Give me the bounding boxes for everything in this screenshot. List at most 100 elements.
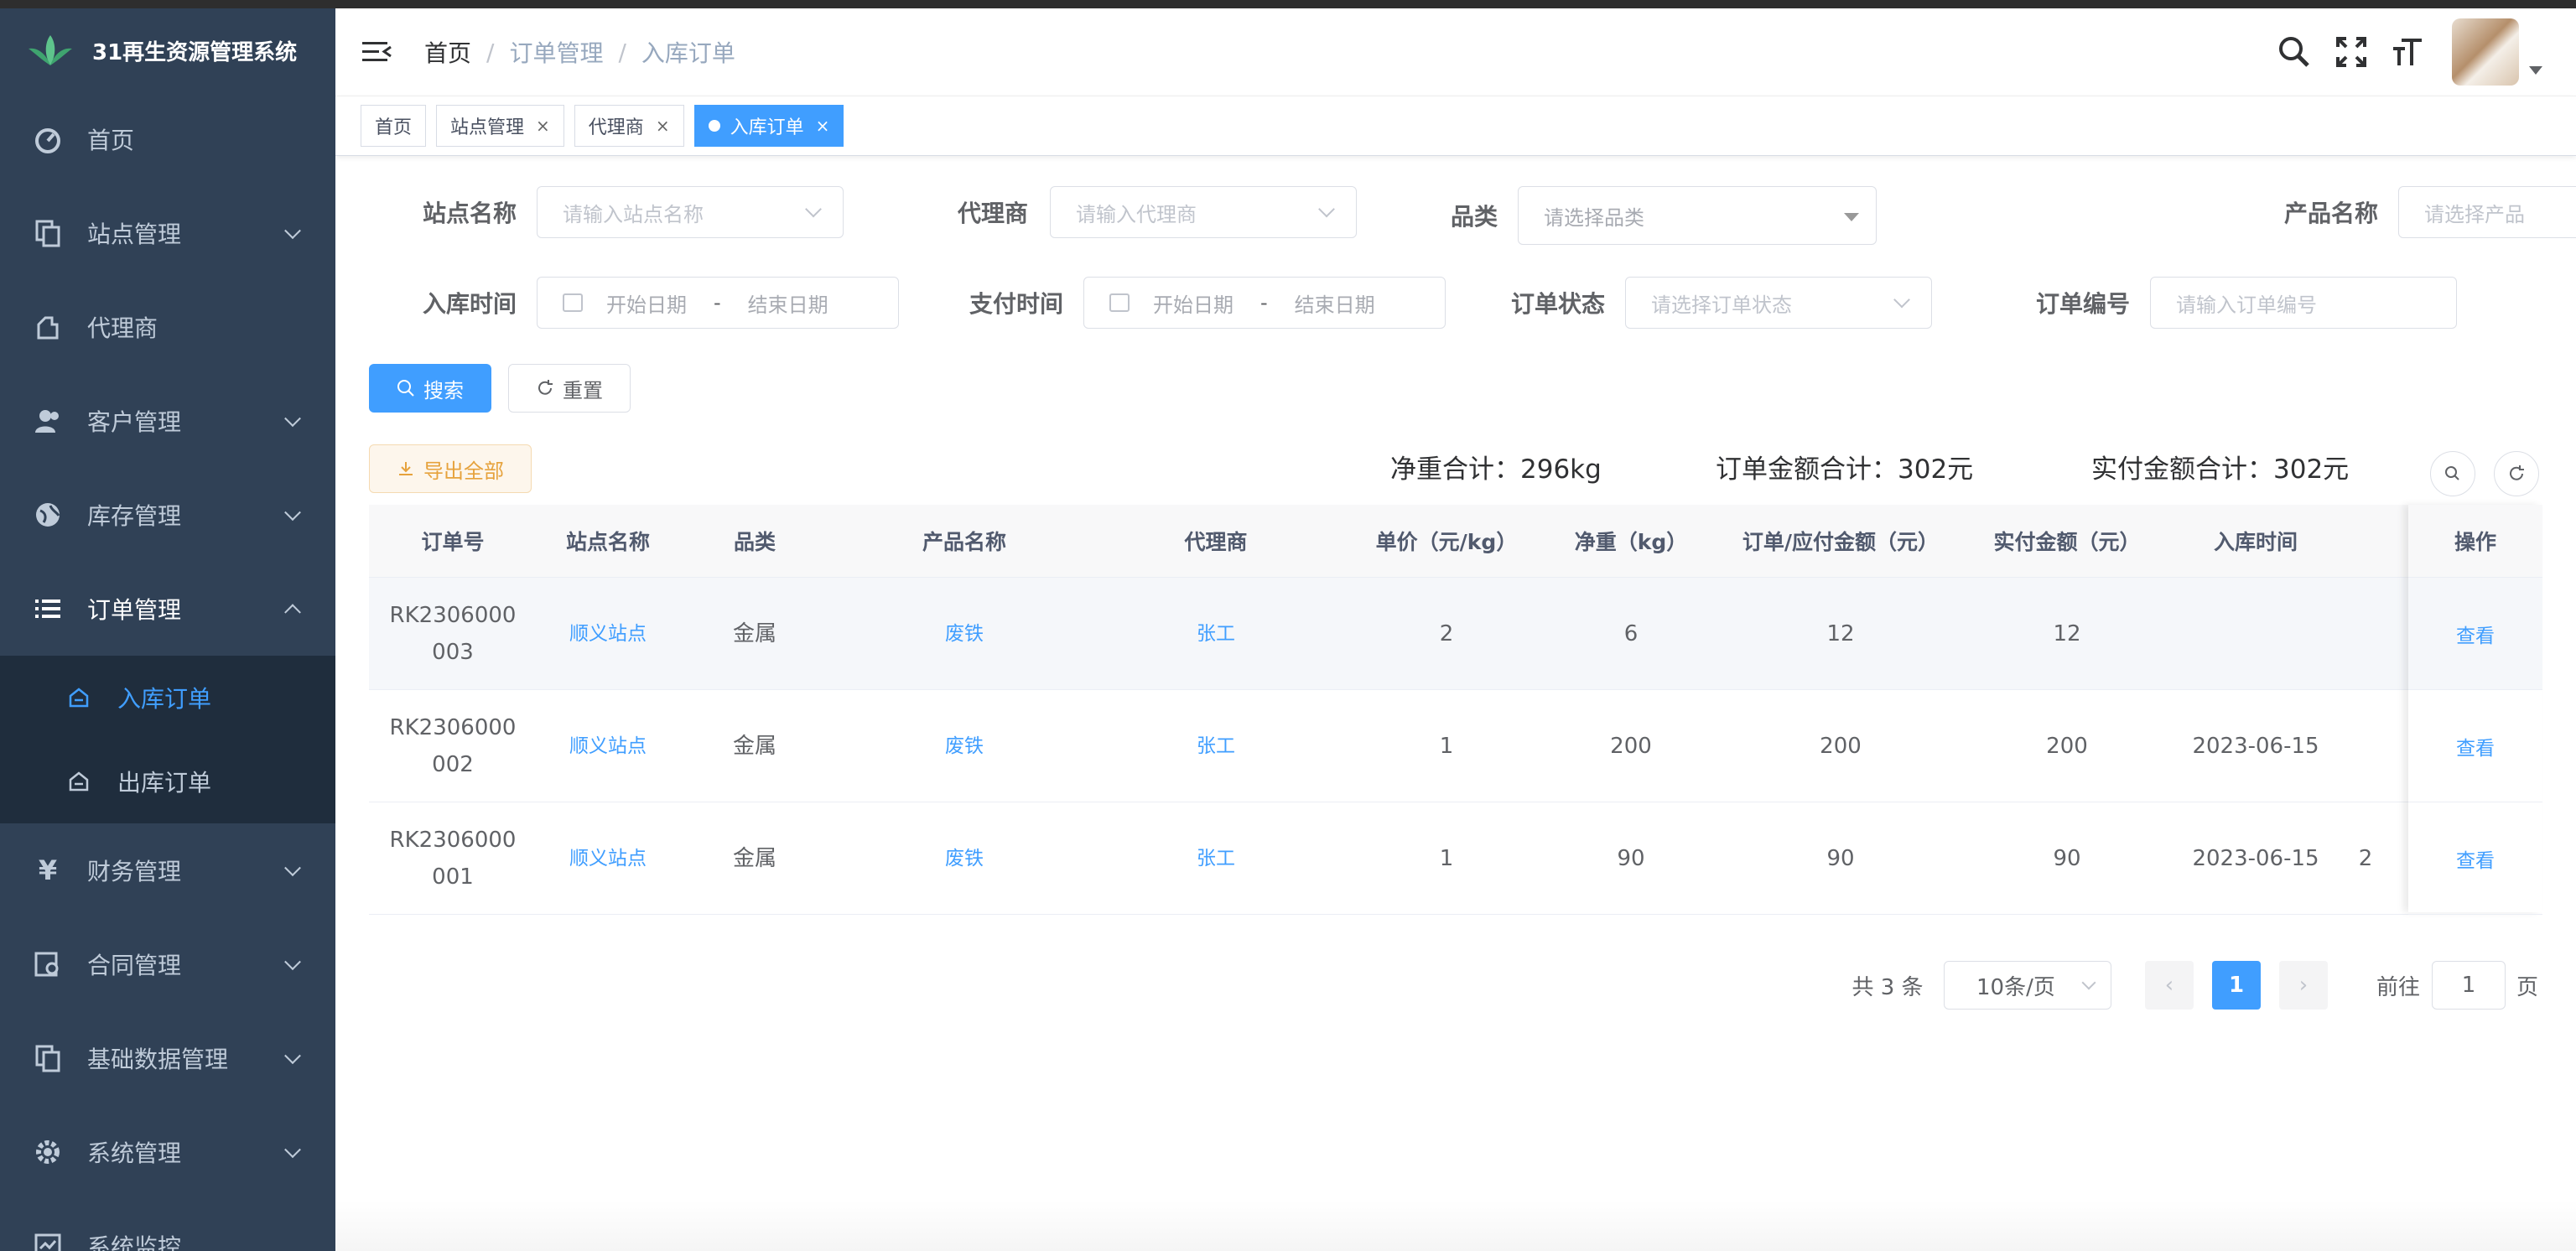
sidebar: 31再生资源管理系统 首页 站点管理 代理商 客户管理 库存管理 订单管理 入库…: [0, 8, 335, 1251]
cell-product-link[interactable]: 废铁: [830, 840, 1098, 877]
hamburger-icon[interactable]: [361, 35, 394, 69]
active-dot-icon: [708, 120, 720, 132]
table-header: 订单号 站点名称 品类 产品名称 代理商 单价（元/kg） 净重（kg） 订单/…: [369, 505, 2542, 578]
page-suffix: 页: [2516, 974, 2538, 1000]
breadcrumb-home[interactable]: 首页: [424, 35, 471, 69]
cell-product-link[interactable]: 废铁: [830, 728, 1098, 765]
filter-label: 代理商: [957, 200, 1028, 227]
tag-home[interactable]: 首页: [361, 105, 427, 147]
page-number-current[interactable]: 1: [2212, 961, 2261, 1010]
in-time-start: 开始日期: [606, 293, 687, 317]
cell-product-link[interactable]: 废铁: [830, 615, 1098, 652]
table-row[interactable]: RK2306000 001 顺义站点 金属 废铁 张工 1 90 90 90 20…: [369, 802, 2542, 915]
close-icon[interactable]: ×: [816, 116, 830, 136]
product-select[interactable]: 请选择产品: [2398, 186, 2576, 238]
close-icon[interactable]: ×: [536, 116, 550, 136]
header-order-no: 订单号: [421, 530, 485, 554]
cell-in-time: 2023-06-15: [2192, 845, 2319, 871]
cell-order-no: RK2306000 003: [389, 602, 517, 665]
close-icon[interactable]: ×: [656, 116, 670, 136]
avatar[interactable]: [2452, 18, 2519, 86]
cell-paid: 90: [2053, 845, 2081, 871]
agent-select[interactable]: 请输入代理商: [1050, 186, 1357, 238]
reset-button[interactable]: 重置: [508, 364, 631, 413]
app-title: 31再生资源管理系统: [92, 39, 298, 65]
cell-agent-link[interactable]: 张工: [1098, 728, 1333, 765]
cell-paid: 12: [2053, 620, 2081, 646]
refresh-table-button[interactable]: [2494, 451, 2539, 496]
tag-agent[interactable]: 代理商 ×: [574, 105, 684, 147]
cell-agent-link[interactable]: 张工: [1098, 615, 1333, 652]
header-weight: 净重（kg）: [1574, 530, 1688, 554]
refresh-icon: [538, 380, 553, 395]
search-icon[interactable]: [2276, 34, 2313, 70]
cell-price: 1: [1439, 845, 1454, 871]
sidebar-item-inventory[interactable]: 库存管理: [0, 468, 335, 562]
chevron-down-icon: [284, 504, 301, 522]
font-size-icon[interactable]: [2390, 34, 2427, 70]
cell-station-link[interactable]: 顺义站点: [537, 728, 679, 765]
range-separator: -: [1260, 291, 1268, 314]
sidebar-item-contract[interactable]: 合同管理: [0, 917, 335, 1011]
cell-station-link[interactable]: 顺义站点: [537, 615, 679, 652]
sidebar-item-system[interactable]: 系统管理: [0, 1105, 335, 1199]
cell-agent-link[interactable]: 张工: [1098, 840, 1333, 877]
cell-in-time: 2023-06-15: [2192, 733, 2319, 759]
tag-inbound-orders[interactable]: 入库订单 ×: [693, 105, 844, 147]
sidebar-item-base-data[interactable]: 基础数据管理: [0, 1011, 335, 1105]
sidebar-item-station[interactable]: 站点管理: [0, 186, 335, 280]
product-placeholder: 请选择产品: [2424, 202, 2525, 226]
cell-price: 1: [1439, 733, 1454, 759]
list-icon: [35, 600, 60, 618]
filter-label: 订单状态: [1510, 290, 1605, 318]
goto-page-input[interactable]: 1: [2432, 961, 2506, 1010]
next-page-button[interactable]: ›: [2279, 961, 2328, 1010]
view-link[interactable]: 查看: [2408, 802, 2542, 915]
page-size-select[interactable]: 10条/页: [1944, 961, 2111, 1010]
pagination: 共 3 条 10条/页 ‹ 1 › 前往 1 页: [335, 961, 2576, 1011]
cell-weight: 90: [1617, 845, 1645, 871]
sidebar-item-label: 首页: [87, 127, 135, 154]
goto-label: 前往: [2376, 974, 2420, 1000]
sidebar-item-finance[interactable]: ¥ 财务管理: [0, 823, 335, 917]
calendar-icon: [563, 293, 583, 312]
tags-view: 首页 站点管理 × 代理商 × 入库订单 ×: [335, 96, 2576, 156]
pay-time-range[interactable]: 开始日期 - 结束日期: [1083, 277, 1446, 329]
header-agent: 代理商: [1184, 530, 1248, 554]
sidebar-item-label: 系统管理: [87, 1139, 182, 1167]
sidebar-item-orders[interactable]: 订单管理: [0, 562, 335, 656]
cell-station-link[interactable]: 顺义站点: [537, 840, 679, 877]
tag-station[interactable]: 站点管理 ×: [436, 105, 564, 147]
category-select[interactable]: 请选择品类: [1518, 186, 1877, 245]
toggle-search-button[interactable]: [2430, 451, 2475, 496]
caret-down-icon[interactable]: [2529, 66, 2542, 75]
sidebar-item-agent[interactable]: 代理商: [0, 280, 335, 374]
chevron-down-icon: [2081, 975, 2096, 990]
view-link[interactable]: 查看: [2408, 578, 2542, 690]
export-all-button[interactable]: 导出全部: [369, 444, 532, 493]
sidebar-item-customer[interactable]: 客户管理: [0, 374, 335, 468]
logo-area[interactable]: 31再生资源管理系统: [0, 8, 335, 92]
table-row[interactable]: RK2306000 003 顺义站点 金属 废铁 张工 2 6 12 12: [369, 578, 2542, 690]
sidebar-item-home[interactable]: 首页: [0, 92, 335, 186]
prev-page-button[interactable]: ‹: [2145, 961, 2194, 1010]
status-select[interactable]: 请选择订单状态: [1625, 277, 1932, 329]
chevron-down-icon: [805, 200, 822, 218]
fullscreen-icon[interactable]: [2333, 34, 2370, 70]
copy-icon: [35, 220, 60, 247]
station-select[interactable]: 请输入站点名称: [537, 186, 844, 238]
breadcrumb: 首页 / 订单管理 / 入库订单: [424, 35, 735, 69]
sidebar-item-monitor[interactable]: 系统监控: [0, 1199, 335, 1251]
sidebar-item-outbound-orders[interactable]: 出库订单: [0, 740, 335, 823]
search-button[interactable]: 搜索: [369, 364, 491, 413]
view-link[interactable]: 查看: [2408, 690, 2542, 802]
table-row[interactable]: RK2306000 002 顺义站点 金属 废铁 张工 1 200 200 200…: [369, 690, 2542, 802]
filter-label: 入库时间: [422, 290, 517, 318]
header-in-time: 入库时间: [2213, 530, 2298, 554]
in-time-range[interactable]: 开始日期 - 结束日期: [537, 277, 899, 329]
order-amount-total: 订单金额合计：302元: [1716, 454, 1974, 485]
sidebar-item-label: 订单管理: [87, 596, 182, 624]
sidebar-item-inbound-orders[interactable]: 入库订单: [0, 656, 335, 740]
download-icon: [399, 462, 413, 475]
order-no-input[interactable]: 请输入订单编号: [2150, 277, 2457, 329]
